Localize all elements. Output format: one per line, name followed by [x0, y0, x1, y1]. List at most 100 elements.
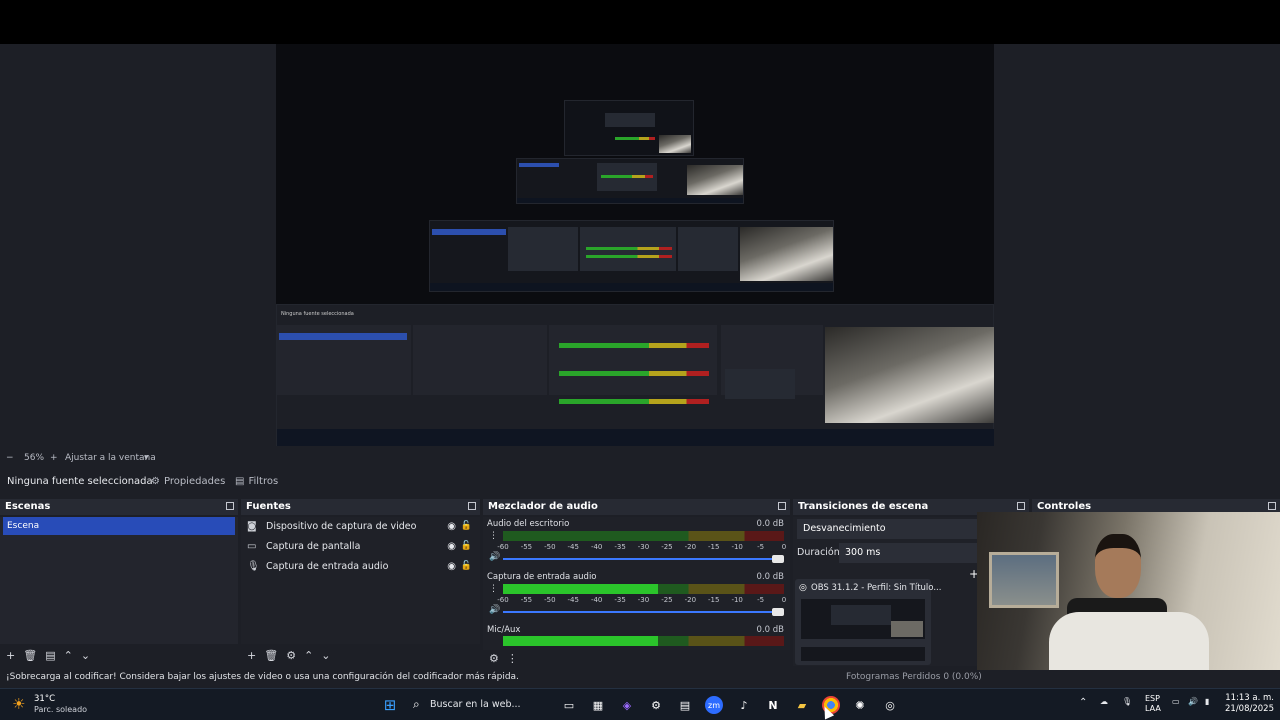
filters-button[interactable]: ▤ Filtros [235, 472, 278, 490]
speaker-icon[interactable]: 🔊 [489, 605, 500, 615]
gear-icon[interactable]: ⚙ [286, 649, 296, 662]
chatgpt-icon[interactable]: ✺ [851, 696, 869, 714]
eye-icon[interactable]: ◉ [447, 541, 456, 552]
person-head [1095, 534, 1141, 598]
scenes-title: Escenas [0, 499, 238, 515]
chevron-up-icon[interactable]: ⌃ [1079, 697, 1087, 708]
zoom-in-button[interactable]: + [50, 453, 58, 463]
tick-label: -15 [708, 596, 720, 604]
meter-ticks: -60 -55 -50 -45 -40 -35 -30 -25 -20 -15 -10 -5 0 [497, 543, 786, 551]
tick-label: -60 [497, 543, 509, 551]
volume-slider[interactable] [503, 555, 784, 563]
mixer-channel: Mic/Aux 0.0 dB [487, 625, 786, 646]
file-explorer-icon[interactable]: ▰ [793, 696, 811, 714]
battery-icon[interactable]: ▮ [1205, 697, 1209, 706]
tick-label: -25 [661, 543, 673, 551]
source-item[interactable]: 🎙 Captura de entrada audio ◉ 🔓 [247, 557, 474, 575]
windows-start-icon[interactable]: ⊞ [381, 696, 399, 714]
onedrive-icon[interactable]: ☁ [1100, 697, 1108, 706]
add-icon[interactable]: + [247, 649, 256, 662]
meter-ticks: -60 -55 -50 -45 -40 -35 -30 -25 -20 -15 -10 -5 0 [497, 596, 787, 604]
source-item[interactable]: ◙ Dispositivo de captura de video ◉ 🔓 [247, 517, 474, 535]
tick-label: -15 [708, 543, 720, 551]
tick-label: -60 [497, 596, 509, 604]
mixer-body: Audio del escritorio 0.0 dB ⋮ -60 -55 -50-… [483, 517, 790, 666]
windows-taskbar: ☀ 31°C Parc. soleado ⊞ ⌕ Buscar en la we… [0, 688, 1280, 720]
audio-mixer-dock: Mezclador de audio Audio del escritorio … [483, 499, 790, 666]
properties-button[interactable]: ⚙ Propiedades [151, 472, 225, 490]
tick-label: -40 [590, 543, 603, 551]
lock-icon[interactable]: 🔓 [461, 541, 472, 551]
mic-tray-icon[interactable]: 🎙 [1122, 697, 1132, 706]
tick-label: -5 [757, 596, 765, 604]
window-preview-tooltip[interactable]: ◎ OBS 31.1.2 - Perfil: Sin Título... [795, 579, 941, 665]
eye-icon[interactable]: ◉ [447, 561, 456, 572]
webcam-overlay [977, 512, 1280, 684]
more-icon[interactable]: ⋮ [507, 652, 518, 665]
search-box[interactable]: ⌕ Buscar en la web... [405, 693, 551, 717]
channel-name: Audio del escritorio [487, 519, 570, 529]
dock-float-icon[interactable] [778, 502, 786, 510]
dock-float-icon[interactable] [226, 502, 234, 510]
dock-float-icon[interactable] [1017, 502, 1025, 510]
source-item[interactable]: ▭ Captura de pantalla ◉ 🔓 [247, 537, 474, 555]
gear-icon[interactable]: ⚙ [489, 652, 499, 665]
tick-label: 0 [781, 596, 787, 604]
calendar-app-icon[interactable]: ▦ [589, 696, 607, 714]
zoom-app-icon[interactable]: zm [705, 696, 723, 714]
more-icon[interactable]: ⋮ [489, 584, 498, 594]
tick-label: -10 [731, 596, 743, 604]
task-view-icon[interactable]: ▭ [560, 696, 578, 714]
filter-icon: ▤ [235, 475, 245, 487]
settings-icon[interactable]: ⚙ [647, 696, 665, 714]
lock-icon[interactable]: 🔓 [461, 521, 472, 531]
obs-icon: ◎ [799, 583, 807, 593]
tick-label: -10 [731, 543, 743, 551]
nested-obs-docks: Ninguna fuente seleccionada [276, 304, 994, 446]
tiktok-icon[interactable]: ♪ [735, 696, 753, 714]
copilot-icon[interactable]: ◈ [618, 696, 636, 714]
scene-item[interactable]: Escena [3, 517, 235, 535]
zoom-level: 56% [24, 453, 45, 463]
speaker-icon[interactable]: 🔊 [489, 552, 500, 562]
move-down-icon[interactable]: ⌄ [321, 649, 330, 662]
language-indicator[interactable]: ESP LAA [1145, 694, 1161, 714]
preview-canvas[interactable]: Ninguna fuente seleccionada [276, 44, 994, 446]
volume-icon[interactable]: 🔊 [1188, 697, 1198, 706]
dock-float-icon[interactable] [468, 502, 476, 510]
window-preview-title: OBS 31.1.2 - Perfil: Sin Título... [811, 583, 942, 593]
add-icon[interactable]: + [6, 649, 15, 662]
clock[interactable]: 11:13 a. m. 21/08/2025 [1224, 693, 1274, 715]
move-up-icon[interactable]: ⌃ [64, 649, 73, 662]
no-source-label: Ninguna fuente seleccionada [7, 475, 153, 487]
mic-icon: 🎙 [247, 560, 260, 572]
chevron-down-icon[interactable]: ▾ [144, 453, 149, 463]
wifi-icon[interactable]: ▭ [1172, 697, 1180, 706]
preview-zoom-bar: − 56% + Ajustar a la ventana ▾ [0, 450, 1280, 466]
eye-icon[interactable]: ◉ [447, 521, 456, 532]
sources-footer: + 🗑 ⚙ ⌃ ⌄ [241, 644, 480, 666]
notion-icon[interactable]: N [764, 696, 782, 714]
channel-name: Mic/Aux [487, 625, 521, 635]
obs-icon[interactable]: ◎ [881, 696, 899, 714]
trash-icon[interactable]: 🗑 [264, 649, 278, 662]
fit-window-dropdown[interactable]: Ajustar a la ventana [65, 453, 156, 463]
move-up-icon[interactable]: ⌃ [304, 649, 313, 662]
tick-label: -5 [757, 543, 765, 551]
tick-label: -55 [520, 596, 533, 604]
zoom-out-button[interactable]: − [6, 453, 14, 463]
lock-icon[interactable]: 🔓 [461, 561, 472, 571]
dock-float-icon[interactable] [1268, 502, 1276, 510]
calculator-icon[interactable]: ▤ [676, 696, 694, 714]
volume-slider[interactable] [503, 608, 784, 616]
tick-label: -50 [544, 596, 556, 604]
meter-level [503, 584, 658, 594]
weather-widget[interactable]: ☀ 31°C Parc. soleado [12, 693, 112, 717]
trash-icon[interactable]: 🗑 [23, 649, 37, 662]
channel-db: 0.0 dB [756, 519, 784, 529]
move-down-icon[interactable]: ⌄ [81, 649, 90, 662]
filter-icon[interactable]: ▤ [45, 649, 55, 662]
channel-db: 0.0 dB [756, 625, 784, 635]
more-icon[interactable]: ⋮ [489, 531, 498, 541]
clock-date: 21/08/2025 [1225, 704, 1274, 714]
